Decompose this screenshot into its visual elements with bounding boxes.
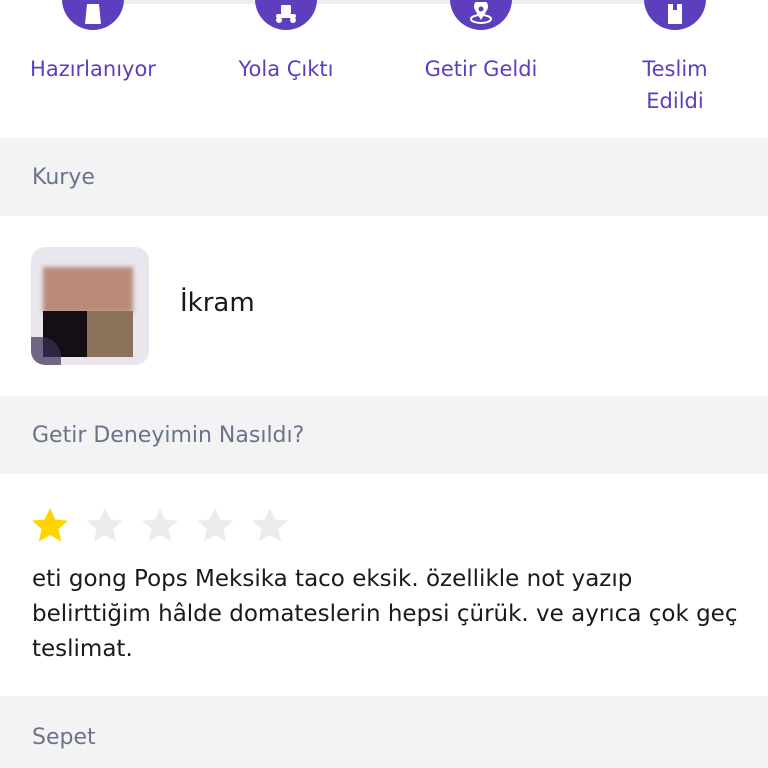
scooter-icon <box>255 0 317 30</box>
courier-section-header: Kurye <box>0 138 768 216</box>
courier-card: İkram <box>0 216 768 396</box>
star-filled-icon[interactable] <box>30 506 70 546</box>
courier-name: İkram <box>180 288 255 318</box>
star-empty-icon[interactable] <box>195 506 235 546</box>
courier-avatar <box>31 247 149 365</box>
star-rating[interactable] <box>30 506 290 546</box>
status-step-label: Hazırlanıyor <box>30 57 156 81</box>
order-status-tracker: Hazırlanıyor Yola Çıktı Getir Geldi Tesl… <box>0 0 768 138</box>
basket-section-header: Sepet <box>0 696 768 768</box>
review-text: eti gong Pops Meksika taco eksik. özelli… <box>32 566 738 662</box>
bag-icon <box>62 0 124 30</box>
star-empty-icon[interactable] <box>140 506 180 546</box>
experience-section-header: Getir Deneyimin Nasıldı? <box>0 396 768 474</box>
status-step-label: Yola Çıktı <box>238 57 334 81</box>
location-pin-icon <box>450 0 512 30</box>
review-card: eti gong Pops Meksika taco eksik. özelli… <box>0 474 768 696</box>
star-empty-icon[interactable] <box>250 506 290 546</box>
star-empty-icon[interactable] <box>85 506 125 546</box>
status-step-label: Getir Geldi <box>424 57 538 81</box>
package-icon <box>644 0 706 30</box>
progress-line <box>92 0 676 4</box>
status-step-label: Teslim Edildi <box>642 57 708 113</box>
